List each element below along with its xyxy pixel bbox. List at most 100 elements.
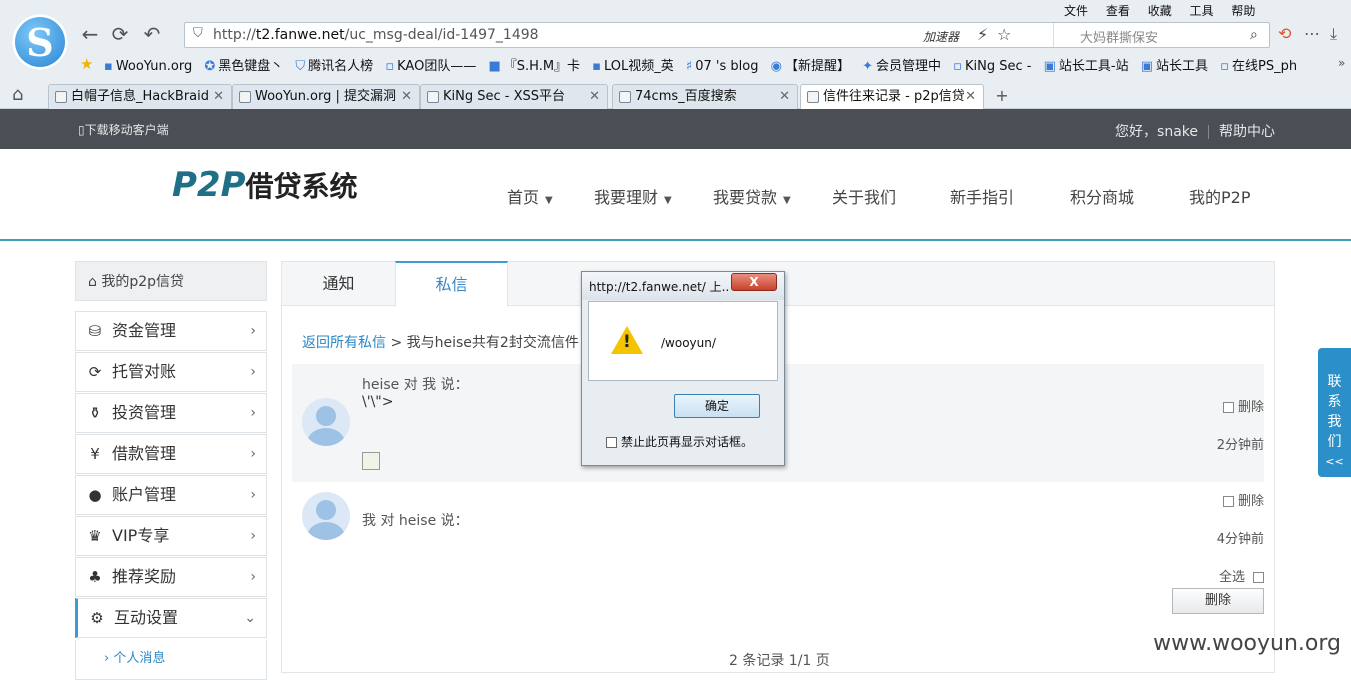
new-tab-icon[interactable]: +: [990, 86, 1014, 106]
tab-notifications[interactable]: 通知: [282, 262, 395, 306]
close-icon[interactable]: ✕: [589, 85, 600, 109]
sidebar-item-referral[interactable]: ♣ 推荐奖励 ›: [75, 557, 267, 597]
suppress-dialogs-checkbox[interactable]: 禁止此页再显示对话框。: [606, 433, 753, 450]
sidebar-item-account[interactable]: ● 账户管理 ›: [75, 475, 267, 515]
sidebar-subitem-messages[interactable]: › 个人消息: [75, 640, 267, 680]
checkbox[interactable]: [1253, 572, 1264, 583]
nav-about[interactable]: 关于我们: [832, 184, 896, 208]
bookmark-item[interactable]: ▫ 在线PS_ph: [1220, 55, 1297, 74]
tab-xss-platform[interactable]: KiNg Sec - XSS平台 ✕: [420, 84, 608, 109]
tab-wooyun[interactable]: WooYun.org | 提交漏洞 ✕: [232, 84, 420, 109]
bookmark-item[interactable]: ▫ KiNg Sec -: [953, 59, 1031, 74]
bookmark-item[interactable]: ▣ 站长工具: [1141, 55, 1208, 74]
sidebar-item-funds[interactable]: ⛁ 资金管理 ›: [75, 311, 267, 351]
close-icon[interactable]: ✕: [401, 85, 412, 109]
bookmark-item[interactable]: ▫ KAO团队——: [385, 55, 476, 74]
list-item: 我 对 heise 说： 删除 4分钟前: [292, 484, 1264, 554]
delete-checkbox[interactable]: 删除: [1222, 396, 1264, 415]
back-to-messages-link[interactable]: 返回所有私信: [302, 335, 386, 351]
sidebar-item-vip[interactable]: ♛ VIP专享 ›: [75, 516, 267, 556]
search-input[interactable]: 大妈群撕保安: [1080, 27, 1158, 46]
nav-invest[interactable]: 我要理财 ▼: [594, 184, 672, 208]
bookmark-icon: ▪: [592, 59, 602, 74]
tab-private-messages[interactable]: 私信: [395, 261, 508, 307]
yen-icon: ¥: [90, 445, 100, 463]
menu-file[interactable]: 文件: [1064, 4, 1088, 18]
accelerator-label[interactable]: 加速器: [923, 28, 959, 45]
user-icon: ●: [88, 486, 102, 504]
help-center-link[interactable]: 帮助中心: [1219, 124, 1275, 140]
avatar[interactable]: [302, 398, 350, 446]
menu-view[interactable]: 查看: [1106, 4, 1130, 18]
bookmark-item[interactable]: ✦ 会员管理中: [862, 55, 941, 74]
bookmark-item[interactable]: ▣ 站长工具-站: [1044, 55, 1129, 74]
chevron-right-icon: ›: [104, 651, 114, 666]
checkbox[interactable]: [606, 437, 617, 448]
sidebar-item-loans[interactable]: ¥ 借款管理 ›: [75, 434, 267, 474]
bookmark-item[interactable]: ⛉ 腾讯名人榜: [295, 55, 373, 74]
page-icon: [239, 91, 251, 103]
tab-current[interactable]: 信件往来记录 - p2p信贷 ✕: [800, 84, 984, 109]
delete-button[interactable]: 删除: [1172, 588, 1264, 614]
dialog-close-button[interactable]: X: [731, 273, 777, 291]
favorites-star-icon[interactable]: ★: [80, 55, 93, 73]
home-icon[interactable]: ⌂: [12, 84, 23, 105]
sidebar-item-reconcile[interactable]: ⟳ 托管对账 ›: [75, 352, 267, 392]
bookmark-icon: ▣: [1140, 59, 1154, 74]
search-icon[interactable]: ⌕: [1250, 27, 1258, 43]
extension-icon[interactable]: ⟲: [1278, 24, 1291, 43]
browser-logo-icon[interactable]: S: [12, 14, 68, 70]
watermark: www.wooyun.org: [1153, 631, 1341, 656]
menu-help[interactable]: 帮助: [1231, 4, 1255, 18]
undo-icon[interactable]: ↶: [140, 22, 164, 46]
lightning-icon[interactable]: ⚡: [977, 25, 988, 44]
ok-button[interactable]: 确定: [674, 394, 760, 418]
back-icon[interactable]: ←: [78, 22, 102, 46]
star-icon[interactable]: ☆: [997, 25, 1011, 44]
delete-checkbox[interactable]: 删除: [1222, 490, 1264, 509]
avatar[interactable]: [302, 492, 350, 540]
address-bar[interactable]: ⛉ http://t2.fanwe.net/uc_msg-deal/id-149…: [184, 22, 1270, 48]
bookmark-item[interactable]: ■ 『S.H.M』卡: [488, 55, 580, 74]
crown-icon: ♛: [88, 527, 102, 545]
sidebar-item-interaction[interactable]: ⚙ 互动设置 ⌄: [75, 598, 267, 638]
nav-guide[interactable]: 新手指引: [950, 184, 1014, 208]
mobile-client-link[interactable]: ▯下载移动客户端: [78, 121, 169, 138]
nav-points-mall[interactable]: 积分商城: [1070, 184, 1134, 208]
page-icon: [807, 91, 819, 103]
sidebar-head[interactable]: ⌂ 我的p2p信贷: [75, 261, 267, 301]
dialog-titlebar[interactable]: http://t2.fanwe.net/ 上... X: [582, 272, 784, 300]
tab-baidu-search[interactable]: 74cms_百度搜索 ✕: [612, 84, 798, 109]
sidebar-item-investments[interactable]: ⚱ 投资管理 ›: [75, 393, 267, 433]
nav-loan[interactable]: 我要贷款 ▼: [713, 184, 791, 208]
checkbox[interactable]: [1222, 496, 1234, 507]
checkbox[interactable]: [1222, 402, 1234, 413]
contact-us-float[interactable]: 联 系 我 们 <<: [1318, 348, 1351, 477]
more-icon[interactable]: ⋯: [1304, 24, 1320, 43]
bookmark-icon: ◉: [770, 59, 782, 74]
menu-favorites[interactable]: 收藏: [1148, 4, 1172, 18]
download-icon[interactable]: ⤓: [1330, 24, 1337, 44]
bookmarks-overflow-icon[interactable]: »: [1338, 56, 1345, 70]
bookmark-item[interactable]: ✪ 黑色键盘丶: [204, 55, 283, 74]
tab-hackbraid[interactable]: 白帽子信息_HackBraid ✕: [48, 84, 232, 109]
select-all[interactable]: 全选: [1219, 566, 1264, 585]
collapse-icon[interactable]: <<: [1318, 452, 1351, 472]
url-text[interactable]: http://t2.fanwe.net/uc_msg-deal/id-1497_…: [213, 27, 539, 43]
refresh-icon[interactable]: ⟳: [108, 22, 132, 46]
user-greeting[interactable]: 您好，snake: [1115, 124, 1198, 140]
bookmark-icon: ▫: [953, 59, 962, 74]
close-icon[interactable]: ✕: [779, 85, 790, 109]
menu-tools[interactable]: 工具: [1190, 4, 1214, 18]
bookmark-item[interactable]: ▪ LOL视频_英: [592, 55, 674, 74]
chevron-right-icon: ›: [250, 569, 256, 585]
close-icon[interactable]: ✕: [965, 85, 976, 109]
nav-home[interactable]: 首页 ▼: [507, 184, 553, 208]
bookmark-item[interactable]: ▪ WooYun.org: [104, 59, 192, 74]
search-box[interactable]: 大妈群撕保安 ⌕: [1053, 23, 1269, 47]
bookmark-item[interactable]: ◉ 【新提醒】: [771, 55, 850, 74]
bookmark-item[interactable]: ♯ 07 's blog: [686, 59, 759, 74]
brand-logo[interactable]: P2P借贷系统: [172, 165, 358, 205]
nav-my-p2p[interactable]: 我的P2P: [1189, 184, 1250, 208]
close-icon[interactable]: ✕: [213, 85, 224, 109]
